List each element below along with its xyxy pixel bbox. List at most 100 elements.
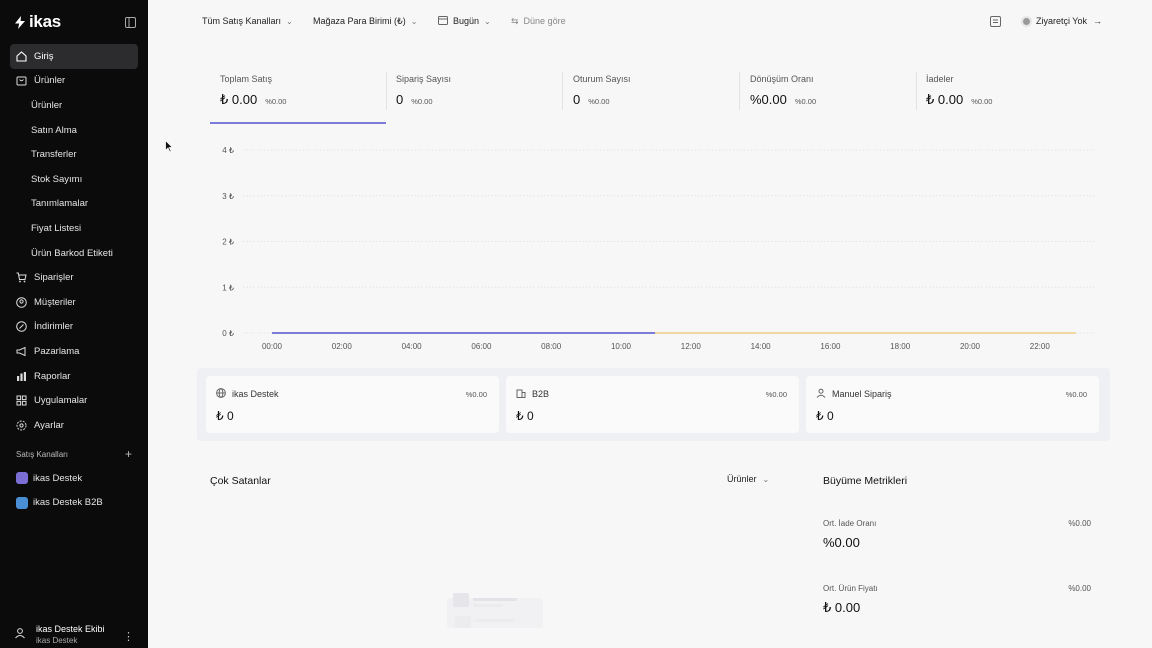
- metric-session-count[interactable]: Oturum Sayısı 0 %0.00: [560, 74, 631, 114]
- nav-subitem-urunler[interactable]: Ürünler: [10, 93, 138, 118]
- channel-card-ikas-destek[interactable]: ikas Destek %0.00 ₺ 0: [206, 376, 499, 433]
- metric-value: %0.00: [750, 92, 787, 107]
- nav-label: Fiyat Listesi: [31, 222, 82, 234]
- channel-card-label: ikas Destek: [232, 389, 279, 399]
- metric-returns[interactable]: İadeler ₺ 0.00 %0.00: [913, 74, 992, 114]
- user-icon: [14, 626, 26, 644]
- channel-card-pct: %0.00: [1065, 389, 1087, 399]
- metric-label: Sipariş Sayısı: [396, 74, 452, 84]
- metric-conversion-rate[interactable]: Dönüşüm Oranı %0.00 %0.00: [737, 74, 816, 114]
- active-metric-indicator: [210, 122, 386, 124]
- discount-icon: [16, 321, 27, 333]
- x-tick-label: 00:00: [262, 342, 283, 351]
- x-tick-label: 02:00: [332, 342, 353, 351]
- bag-icon: [16, 75, 27, 86]
- nav-item-uygulamalar[interactable]: Uygulamalar: [10, 388, 138, 413]
- metric-value: ₺ 0.00: [220, 92, 258, 107]
- growth-metric-value: ₺ 0.00: [823, 600, 861, 615]
- nav-subitem-fiyat-listesi[interactable]: Fiyat Listesi: [10, 216, 138, 241]
- channel-card-manuel-siparis[interactable]: Manuel Sipariş %0.00 ₺ 0: [806, 376, 1099, 433]
- cart-icon: [16, 272, 27, 283]
- filter-label: Tüm Satış Kanalları: [202, 16, 282, 26]
- growth-metric-return-rate: Ort. İade Oranı %0.00 %0.00: [823, 519, 1091, 550]
- nav-label: Ürünler: [31, 99, 63, 111]
- channel-ikas-destek[interactable]: ikas Destek: [10, 466, 138, 491]
- channel-card-b2b[interactable]: B2B %0.00 ₺ 0: [506, 376, 799, 433]
- chevron-down-icon: ⌄: [762, 474, 770, 484]
- best-sellers-title: Çok Satanlar: [210, 475, 271, 487]
- user-store: ikas Destek: [36, 636, 78, 645]
- growth-metric-pct: %0.00: [1068, 584, 1091, 593]
- sales-channel-list: ikas Destek ikas Destek B2B: [10, 466, 138, 515]
- nav-subitem-urun-barkod-etiketi[interactable]: Ürün Barkod Etiketi: [10, 241, 138, 266]
- metric-label: Dönüşüm Oranı: [750, 74, 814, 84]
- nav-item-pazarlama[interactable]: Pazarlama: [10, 339, 138, 364]
- nav-item-urunler[interactable]: Ürünler: [10, 69, 138, 94]
- x-tick-label: 16:00: [820, 342, 841, 351]
- sales-channel-filter[interactable]: Tüm Satış Kanalları ⌄: [196, 10, 299, 32]
- nav-subitem-satin-alma[interactable]: Satın Alma: [10, 118, 138, 143]
- filter-label: Mağaza Para Birimi (₺): [313, 15, 406, 26]
- channel-breakdown: ikas Destek %0.00 ₺ 0 B2B %0.00 ₺ 0 Manu…: [197, 368, 1110, 441]
- metric-order-count[interactable]: Sipariş Sayısı 0 %0.00: [383, 74, 451, 114]
- chevron-down-icon: ⌄: [410, 16, 418, 26]
- nav-item-siparisler[interactable]: Siparişler: [10, 265, 138, 290]
- nav-item-giris[interactable]: Giriş: [10, 44, 138, 69]
- user-name: ikas Destek Ekibi: [36, 624, 105, 634]
- add-channel-icon[interactable]: +: [125, 448, 132, 460]
- channel-label: ikas Destek B2B: [33, 497, 103, 509]
- nav-label: Ürün Barkod Etiketi: [31, 247, 113, 259]
- x-tick-label: 14:00: [751, 342, 772, 351]
- nav-subitem-tanimlamalar[interactable]: Tanımlamalar: [10, 192, 138, 217]
- x-tick-label: 20:00: [960, 342, 981, 351]
- metric-value: 0: [396, 92, 404, 107]
- globe-icon: [216, 388, 226, 400]
- nav-subitem-transferler[interactable]: Transferler: [10, 142, 138, 167]
- x-tick-label: 12:00: [681, 342, 702, 351]
- visitor-status[interactable]: Ziyaretçi Yok →: [1022, 10, 1102, 32]
- compare-filter[interactable]: ⇆ Düne göre: [505, 10, 572, 32]
- nav-label: Satın Alma: [31, 124, 77, 136]
- nav-label: İndirimler: [34, 321, 74, 333]
- nav-label: Raporlar: [34, 370, 71, 382]
- settings-icon: [16, 420, 27, 431]
- user-menu[interactable]: ikas Destek Ekibi ikas Destek ⋮: [14, 624, 138, 645]
- metric-total-sales[interactable]: Toplam Satış ₺ 0.00 %0.00: [207, 74, 286, 114]
- building-icon: [516, 388, 526, 400]
- channel-card-pct: %0.00: [465, 389, 487, 399]
- metric-label: İadeler: [926, 74, 954, 84]
- date-filter[interactable]: Bugün ⌄: [432, 10, 497, 32]
- status-dot: [1022, 17, 1030, 25]
- y-tick-label: 1 ₺: [222, 283, 234, 292]
- sidebar: ikas Giriş Ürünler Ürünler Satın Alma Tr…: [0, 0, 148, 648]
- metric-value: ₺ 0.00: [926, 92, 964, 107]
- b2b-icon: [16, 496, 28, 509]
- metric-label: Oturum Sayısı: [573, 74, 631, 84]
- growth-metric-label: Ort. Ürün Fiyatı: [823, 584, 878, 593]
- apps-icon: [16, 395, 27, 406]
- nav-item-musteriler[interactable]: Müşteriler: [10, 290, 138, 315]
- nav-item-indirimler[interactable]: İndirimler: [10, 315, 138, 340]
- sidebar-collapse-icon[interactable]: [125, 15, 137, 28]
- best-sellers-select[interactable]: Ürünler ⌄: [727, 474, 769, 484]
- best-sellers-panel: Çok Satanlar Ürünler ⌄: [197, 466, 797, 648]
- sales-channels-header: Satış Kanalları +: [16, 448, 132, 460]
- channel-card-value: ₺ 0: [516, 409, 534, 423]
- globe-icon: [16, 472, 28, 485]
- channel-card-label: B2B: [532, 389, 550, 399]
- nav-item-raporlar[interactable]: Raporlar: [10, 364, 138, 389]
- growth-metric-value: %0.00: [823, 535, 860, 550]
- ikas-logo[interactable]: ikas: [14, 12, 61, 32]
- metric-pct: %0.00: [265, 97, 287, 106]
- currency-filter[interactable]: Mağaza Para Birimi (₺) ⌄: [307, 10, 423, 32]
- nav-label: Giriş: [34, 50, 54, 62]
- home-icon: [16, 51, 27, 62]
- report-icon[interactable]: [984, 10, 1007, 32]
- nav-item-ayarlar[interactable]: Ayarlar: [10, 413, 138, 438]
- visitor-label: Ziyaretçi Yok: [1035, 16, 1087, 26]
- channel-ikas-destek-b2b[interactable]: ikas Destek B2B: [10, 491, 138, 516]
- empty-state-illustration: [447, 593, 543, 628]
- main-nav: Giriş Ürünler Ürünler Satın Alma Transfe…: [10, 44, 138, 438]
- more-vertical-icon[interactable]: ⋮: [123, 630, 134, 643]
- nav-subitem-stok-sayimi[interactable]: Stok Sayımı: [10, 167, 138, 192]
